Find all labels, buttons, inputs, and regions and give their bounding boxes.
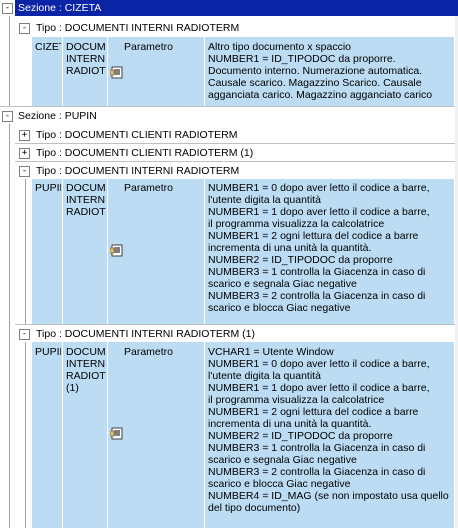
grid-view: { "sections": [ { "label": "Sezione : CI… [0,0,458,528]
column-divider [204,37,205,106]
document-lines-icon[interactable] [110,65,124,79]
tree-line [25,342,26,528]
column-divider [62,37,63,106]
row-divider [15,324,458,325]
data-row[interactable]: PUPIN DOCUMI INTERN RADIOT (1) Parametro… [32,342,454,528]
column-divider [107,179,108,324]
data-row[interactable]: CIZET DOCUMI INTERN RADIOT Parametro Alt… [32,37,454,106]
type-label: Tipo : DOCUMENTI INTERNI RADIOTERM (1) [36,328,255,340]
cell-company: PUPIN [35,346,61,358]
row-divider [15,161,458,162]
type-header[interactable]: Tipo : DOCUMENTI INTERNI RADIOTERM (1) [32,326,456,342]
cell-description: Altro tipo documento x spaccio NUMBER1 =… [208,41,433,101]
type-label: Tipo : DOCUMENTI CLIENTI RADIOTERM (1) [36,147,254,159]
type-label: Tipo : DOCUMENTI INTERNI RADIOTERM [36,22,240,34]
type-label: Tipo : DOCUMENTI INTERNI RADIOTERM [36,165,240,177]
row-divider [15,143,458,144]
cell-company: CIZET [35,41,61,53]
section-header-pupin[interactable]: Sezione : PUPIN [15,108,458,124]
section-cizeta-toggle[interactable]: - [2,3,13,14]
column-divider [107,37,108,106]
tree-line [25,179,26,324]
section-header-cizeta[interactable]: Sezione : CIZETA [15,0,458,16]
section-label: Sezione : PUPIN [18,110,97,122]
type-toggle[interactable]: + [19,130,30,141]
cell-param: Parametro [124,41,174,53]
cell-doctype: DOCUMI INTERN RADIOT [66,41,106,77]
type-toggle[interactable]: + [19,148,30,159]
cell-description: VCHAR1 = Utente Window NUMBER1 = 0 dopo … [208,346,449,514]
type-toggle[interactable]: - [19,329,30,340]
cell-doctype: DOCUMI INTERN RADIOT [66,182,106,218]
cell-param: Parametro [124,346,174,358]
section-pupin-toggle[interactable]: - [2,111,13,122]
column-divider [204,342,205,528]
cell-param: Parametro [124,182,174,194]
document-lines-icon[interactable] [110,426,124,440]
tree-line [9,124,10,528]
cell-company: PUPIN [35,182,61,194]
type-label: Tipo : DOCUMENTI CLIENTI RADIOTERM [36,129,238,141]
data-row[interactable]: PUPIN DOCUMI INTERN RADIOT Parametro NUM… [32,179,454,324]
tree-line [9,16,10,106]
document-lines-icon[interactable] [110,243,124,257]
type-header[interactable]: Tipo : DOCUMENTI INTERNI RADIOTERM [32,20,456,36]
type-header[interactable]: Tipo : DOCUMENTI INTERNI RADIOTERM [32,163,456,179]
column-divider [107,342,108,528]
cell-doctype: DOCUMI INTERN RADIOT (1) [66,346,106,394]
type-header[interactable]: Tipo : DOCUMENTI CLIENTI RADIOTERM [32,127,456,143]
section-label: Sezione : CIZETA [18,2,102,14]
type-header[interactable]: Tipo : DOCUMENTI CLIENTI RADIOTERM (1) [32,145,456,161]
column-divider [204,179,205,324]
cell-description: NUMBER1 = 0 dopo aver letto il codice a … [208,182,430,314]
section-divider [0,106,458,107]
column-divider [62,342,63,528]
type-toggle[interactable]: - [19,166,30,177]
type-toggle[interactable]: - [19,23,30,34]
column-divider [62,179,63,324]
